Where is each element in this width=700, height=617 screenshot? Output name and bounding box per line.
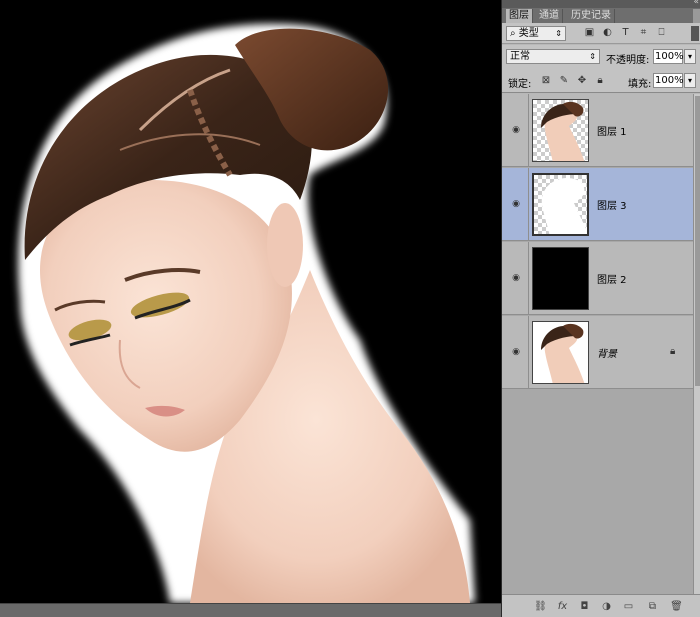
portrait-image (18, 23, 476, 603)
tab-history[interactable]: 历史记录 (568, 9, 615, 23)
portrait-thumbnail-image (541, 323, 585, 383)
lock-all-icon[interactable]: 🔒︎ (594, 75, 606, 87)
lock-icon: 🔒︎ (670, 346, 676, 357)
adjustment-icon[interactable]: ◐ (602, 27, 613, 38)
folder-icon[interactable]: ▭ (622, 600, 635, 613)
chevron-down-icon: ⇕ (555, 29, 562, 38)
opacity-slider-button[interactable]: ▾ (684, 49, 696, 64)
fill-label: 填充: (628, 79, 652, 90)
fx-icon[interactable]: fx (556, 600, 569, 613)
lock-move-icon[interactable]: ✥ (576, 75, 588, 87)
layer-name[interactable]: 背景 (597, 345, 617, 360)
lock-row: 锁定: ⊠ ✎ ✥ 🔒︎ 填充: 100% ▾ (502, 69, 700, 93)
blend-mode-select[interactable]: 正常 ⇕ (506, 49, 600, 64)
layer-thumbnail[interactable] (532, 321, 589, 384)
layer-row[interactable]: ◉ 图层 1 (502, 94, 693, 167)
layers-bottom-bar: ⛓ fx ◘ ◑ ▭ ⧉ 🗑︎ (502, 594, 700, 617)
divider (528, 242, 529, 315)
layer-name[interactable]: 图层 1 (597, 123, 627, 138)
photoshop-window: « 图层 通道 历史记录 ⌕ 类型 ⇕ ▣ ◐ T ⌗ ⎕ 正常 ⇕ 不透明度:… (0, 0, 700, 617)
opacity-input[interactable]: 100% (653, 49, 684, 64)
blend-row: 正常 ⇕ 不透明度: 100% ▾ (502, 45, 700, 69)
layer-row[interactable]: ◉ 图层 2 (502, 242, 693, 315)
panel-menu-button[interactable] (693, 9, 700, 23)
scrollbar-thumb[interactable] (695, 96, 700, 386)
document-canvas[interactable] (0, 0, 501, 603)
tab-layers[interactable]: 图层 (506, 9, 533, 23)
mask-icon[interactable]: ◘ (578, 600, 591, 613)
text-icon[interactable]: T (620, 27, 631, 38)
layer-name[interactable]: 图层 3 (597, 197, 627, 212)
filter-kind-select[interactable]: ⌕ 类型 ⇕ (506, 26, 566, 41)
shape-icon[interactable]: ⌗ (638, 27, 649, 38)
layer-thumbnail[interactable] (532, 99, 589, 162)
layer-thumbnail[interactable] (532, 173, 589, 236)
layers-list: ◉ 图层 1 ◉ 图层 3 ◉ 图层 2 ◉ 背景 🔒︎ (502, 94, 693, 594)
divider (528, 94, 529, 167)
panel-collapse-bar[interactable]: « (502, 0, 700, 8)
adjustment-layer-icon[interactable]: ◑ (600, 600, 613, 613)
smart-object-icon[interactable]: ⎕ (656, 27, 667, 38)
divider (528, 168, 529, 241)
divider (528, 316, 529, 389)
layer-filter-row: ⌕ 类型 ⇕ ▣ ◐ T ⌗ ⎕ (502, 23, 700, 44)
lock-label: 锁定: (508, 79, 532, 90)
panel-tabs: 图层 通道 历史记录 (502, 8, 700, 23)
new-layer-icon[interactable]: ⧉ (646, 600, 659, 613)
fill-slider-button[interactable]: ▾ (684, 73, 696, 88)
eye-icon[interactable]: ◉ (510, 198, 522, 210)
blend-mode-label: 正常 (510, 51, 530, 62)
collapse-icon[interactable]: « (693, 0, 698, 7)
trash-icon[interactable]: 🗑︎ (670, 600, 683, 613)
lock-paint-icon[interactable]: ✎ (558, 75, 570, 87)
layers-panel: « 图层 通道 历史记录 ⌕ 类型 ⇕ ▣ ◐ T ⌗ ⎕ 正常 ⇕ 不透明度:… (501, 0, 700, 617)
filter-kind-label: 类型 (518, 28, 539, 39)
opacity-label: 不透明度: (606, 55, 650, 66)
image-icon[interactable]: ▣ (584, 27, 595, 38)
filter-toggle[interactable] (691, 26, 699, 41)
eye-icon[interactable]: ◉ (510, 272, 522, 284)
layer-name[interactable]: 图层 2 (597, 271, 627, 286)
chevron-down-icon: ⇕ (589, 52, 596, 61)
layer-row[interactable]: ◉ 图层 3 (502, 168, 693, 241)
layers-scrollbar[interactable] (693, 94, 700, 594)
silhouette-thumbnail-image (541, 178, 587, 234)
lock-transparent-icon[interactable]: ⊠ (540, 75, 552, 87)
search-icon: ⌕ (510, 28, 516, 39)
layer-row[interactable]: ◉ 背景 🔒︎ (502, 316, 693, 389)
eye-icon[interactable]: ◉ (510, 346, 522, 358)
portrait-thumbnail-image (541, 101, 585, 161)
eye-icon[interactable]: ◉ (510, 124, 522, 136)
canvas-status-bar (0, 603, 501, 617)
tab-channels[interactable]: 通道 (536, 9, 563, 23)
link-icon[interactable]: ⛓ (534, 600, 547, 613)
fill-input[interactable]: 100% (653, 73, 684, 88)
layer-thumbnail[interactable] (532, 247, 589, 310)
